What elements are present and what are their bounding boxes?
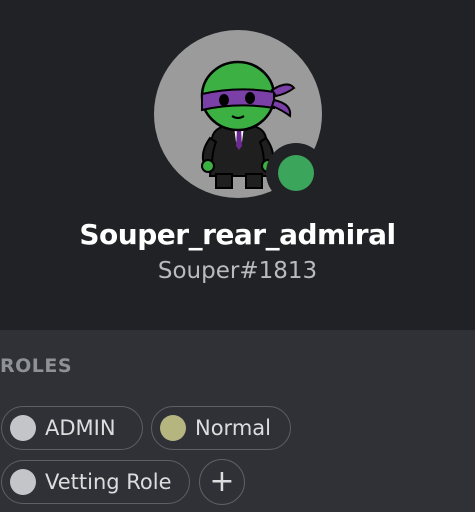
role-label: ADMIN <box>45 416 116 440</box>
user-tag[interactable]: Souper#1813 <box>0 258 475 284</box>
profile-header: Souper_rear_admiral Souper#1813 <box>0 0 475 330</box>
add-role-button[interactable]: + <box>199 459 245 505</box>
role-label: Vetting Role <box>45 470 172 494</box>
username[interactable]: Souper_rear_admiral <box>0 218 475 251</box>
online-status-icon <box>278 155 314 191</box>
roles-section-title: ROLES <box>0 355 73 377</box>
role-label: Normal <box>195 416 271 440</box>
plus-icon: + <box>209 464 235 499</box>
role-color-dot[interactable] <box>160 415 186 441</box>
role-color-dot[interactable] <box>10 415 36 441</box>
role-pill-admin[interactable]: ADMIN <box>1 406 143 450</box>
role-pill-vetting[interactable]: Vetting Role <box>1 460 190 504</box>
user-profile-popout: Souper_rear_admiral Souper#1813 ROLES AD… <box>0 0 475 512</box>
role-pill-normal[interactable]: Normal <box>151 406 291 450</box>
role-color-dot[interactable] <box>10 469 36 495</box>
